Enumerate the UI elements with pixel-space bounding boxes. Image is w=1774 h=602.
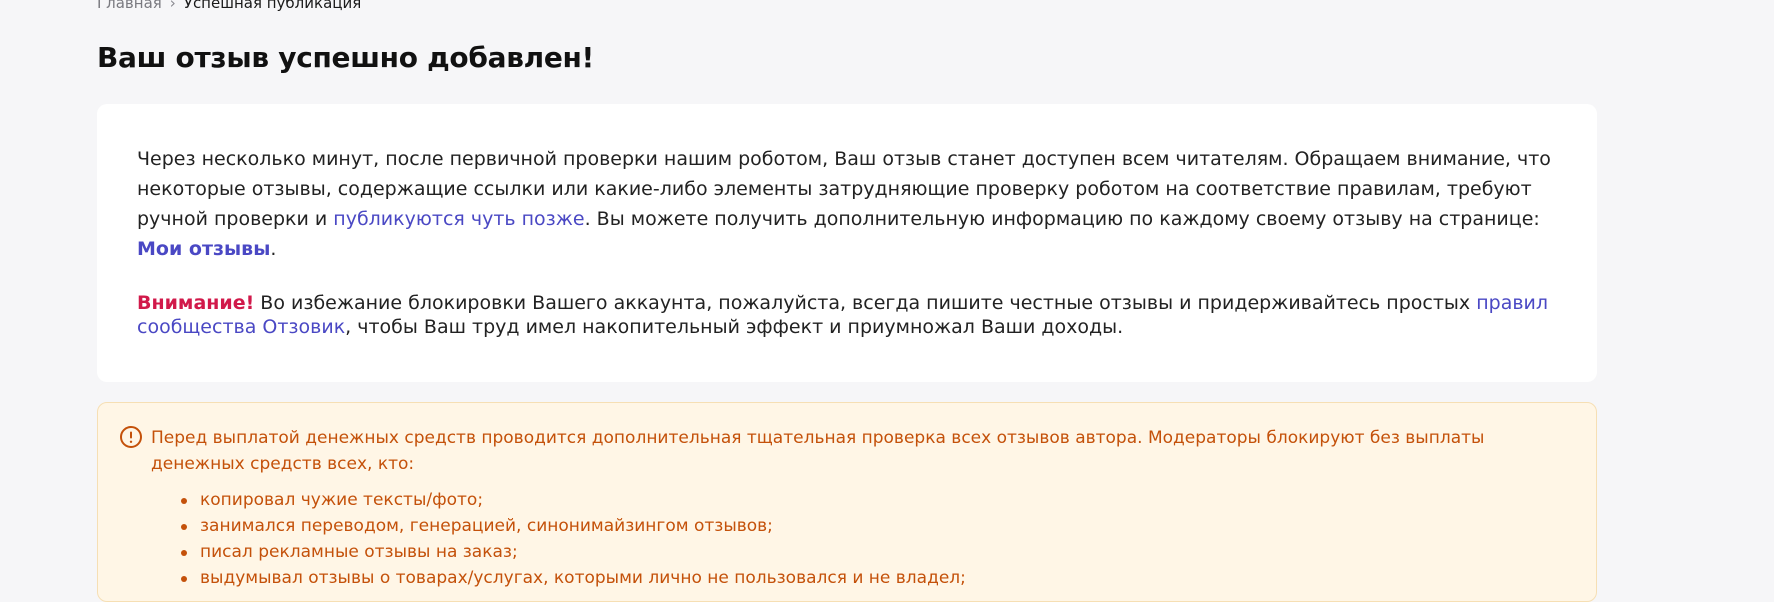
published-later-link[interactable]: публикуются чуть позже — [333, 208, 584, 230]
warning-text-end: , чтобы Ваш труд имел накопительный эффе… — [345, 316, 1124, 338]
warning-text: Во избежание блокировки Вашего аккаунта,… — [254, 292, 1477, 314]
notice-list-item: писал рекламные отзывы на заказ; — [181, 539, 1556, 565]
info-text-end: . — [270, 238, 277, 260]
warning-paragraph: Внимание! Во избежание блокировки Вашего… — [137, 291, 1557, 339]
breadcrumb-home-link[interactable]: Главная — [97, 0, 162, 12]
breadcrumb-separator: › — [169, 0, 176, 12]
my-reviews-link[interactable]: Мои отзывы — [137, 238, 270, 260]
info-paragraph: Через несколько минут, после первичной п… — [137, 144, 1557, 264]
payout-notice: Перед выплатой денежных средств проводит… — [97, 402, 1597, 602]
notice-list-item: копировал чужие тексты/фото; — [181, 487, 1556, 513]
exclamation-circle-icon — [119, 425, 143, 449]
notice-list-item: выдумывал отзывы о товарах/услугах, кото… — [181, 565, 1556, 591]
warning-label: Внимание! — [137, 292, 255, 314]
breadcrumb-current: Успешная публикация — [183, 0, 362, 12]
breadcrumb: Главная › Успешная публикация — [97, 0, 361, 11]
notice-intro: Перед выплатой денежных средств проводит… — [151, 428, 1485, 474]
success-card: Через несколько минут, после первичной п… — [97, 104, 1597, 382]
notice-list-item: занимался переводом, генерацией, синоним… — [181, 513, 1556, 539]
page-title: Ваш отзыв успешно добавлен! — [97, 41, 595, 74]
info-text-part-2: . Вы можете получить дополнительную инфо… — [584, 208, 1540, 230]
notice-list: копировал чужие тексты/фото; занимался п… — [119, 487, 1556, 591]
